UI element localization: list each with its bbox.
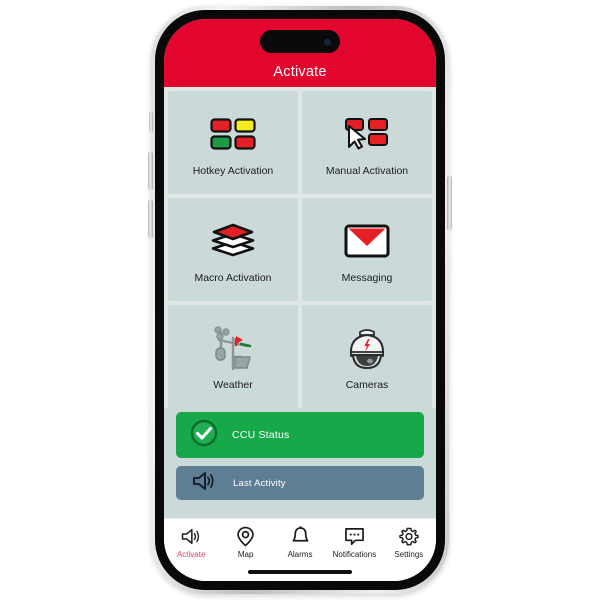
layers-icon [210, 215, 256, 267]
tab-label: Alarms [287, 550, 313, 559]
tile-cameras[interactable]: Cameras [302, 305, 432, 408]
tile-hotkey-activation[interactable]: Hotkey Activation [168, 91, 298, 194]
silent-switch-button[interactable] [149, 112, 153, 132]
screenshot-stage: Activate Hotkey Activation Manual Activa… [0, 0, 600, 600]
tile-macro-activation[interactable]: Macro Activation [168, 198, 298, 301]
hotkey-grid-icon [210, 108, 256, 160]
tab-label: Map [237, 550, 254, 559]
home-indicator[interactable] [248, 570, 352, 574]
tab-label: Activate [176, 550, 206, 559]
front-camera-icon [324, 38, 331, 45]
tab-settings[interactable]: Settings [382, 526, 436, 559]
phone-screen: Activate Hotkey Activation Manual Activa… [164, 19, 436, 581]
tile-label: Manual Activation [325, 165, 409, 177]
bell-icon [291, 526, 310, 547]
gear-icon [399, 526, 419, 547]
bottom-tab-bar: Activate Map Alarms Notifications Settin… [164, 518, 436, 581]
map-pin-icon [236, 526, 255, 547]
tile-label: Weather [213, 379, 253, 391]
tile-messaging[interactable]: Messaging [302, 198, 432, 301]
weather-station-icon [207, 322, 259, 374]
tab-map[interactable]: Map [218, 526, 272, 559]
tile-label: Cameras [345, 379, 389, 391]
tab-label: Notifications [332, 550, 377, 559]
activation-tile-grid: Hotkey Activation Manual Activation Macr… [164, 87, 436, 408]
tile-weather[interactable]: Weather [168, 305, 298, 408]
status-section: CCU Status Last Activity [164, 408, 436, 500]
ccu-status-row[interactable]: CCU Status [176, 412, 424, 458]
tab-activate[interactable]: Activate [164, 526, 218, 559]
volume-up-button[interactable] [148, 152, 153, 190]
tile-label: Messaging [341, 272, 393, 284]
app-header: Activate [164, 19, 436, 87]
tile-label: Macro Activation [194, 272, 272, 284]
speaker-icon [180, 526, 202, 547]
volume-down-button[interactable] [148, 200, 153, 238]
cursor-grid-icon [344, 108, 390, 160]
tab-label: Settings [394, 550, 424, 559]
dome-camera-icon [342, 322, 392, 374]
ccu-status-label: CCU Status [232, 429, 290, 441]
page-title: Activate [273, 64, 327, 80]
last-activity-label: Last Activity [233, 477, 286, 489]
chat-bubble-icon [344, 526, 365, 547]
tab-notifications[interactable]: Notifications [327, 526, 381, 559]
tab-alarms[interactable]: Alarms [273, 526, 327, 559]
dynamic-island [260, 30, 340, 53]
power-button[interactable] [447, 176, 452, 230]
last-activity-row[interactable]: Last Activity [176, 466, 424, 500]
speaker-icon [191, 470, 217, 497]
tile-manual-activation[interactable]: Manual Activation [302, 91, 432, 194]
tile-label: Hotkey Activation [192, 165, 274, 177]
envelope-icon [344, 215, 390, 267]
check-circle-icon [190, 419, 218, 452]
